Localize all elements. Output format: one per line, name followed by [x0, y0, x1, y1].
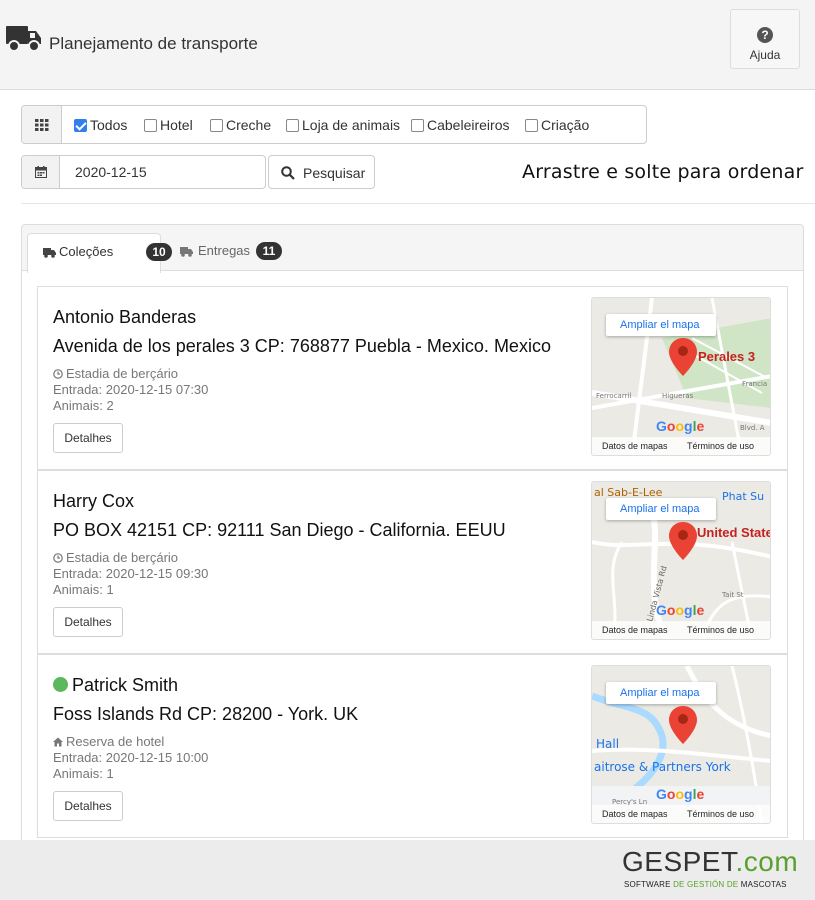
animal-count: Animais: 1	[53, 766, 114, 781]
checkbox-cabeleireiros[interactable]	[411, 119, 424, 132]
filter-criacao[interactable]: Criação	[525, 117, 589, 133]
service-type: Estadia de berçário	[53, 366, 178, 381]
svg-text:aitrose & Partners York: aitrose & Partners York	[594, 760, 731, 774]
svg-text:Francia: Francia	[742, 380, 767, 388]
search-button[interactable]: Pesquisar	[268, 155, 375, 189]
help-label: Ajuda	[749, 48, 781, 62]
tab-colecoes-label: Coleções	[59, 244, 114, 259]
details-button[interactable]: Detalhes	[53, 791, 123, 821]
home-icon	[53, 737, 63, 747]
map-terms-link[interactable]: Términos de uso	[687, 441, 754, 451]
brand-name: GESPET.com	[622, 846, 799, 877]
location-map[interactable]: Hall aitrose & Partners York Percy's Ln …	[591, 665, 771, 824]
grid-addon	[22, 106, 62, 143]
map-place-label: United States Postal Service	[697, 526, 770, 540]
customer-address: PO BOX 42151 CP: 92111 San Diego - Calif…	[53, 520, 506, 540]
help-button[interactable]: ? Ajuda	[730, 9, 800, 69]
customer-name: Antonio Banderas	[53, 307, 197, 327]
filter-hotel[interactable]: Hotel	[144, 117, 193, 133]
filter-loja-de-animais[interactable]: Loja de animais	[286, 117, 400, 133]
enlarge-map-link[interactable]: Ampliar el mapa	[606, 498, 716, 520]
checkbox-todos[interactable]	[74, 119, 87, 132]
google-logo: Google	[656, 602, 705, 618]
svg-text:Hall: Hall	[596, 737, 619, 751]
checkbox-loja-de-animais[interactable]	[286, 119, 299, 132]
transport-card[interactable]: Patrick Smith Foss Islands Rd CP: 28200 …	[37, 654, 788, 838]
filter-cabeleireiros[interactable]: Cabeleireiros	[411, 117, 509, 133]
customer-name: Harry Cox	[53, 491, 135, 511]
animal-count: Animais: 2	[53, 398, 114, 413]
tab-entregas-count: 11	[256, 242, 282, 260]
drag-hint: Arrastre e solte para ordenar	[522, 161, 804, 183]
filter-todos[interactable]: Todos	[74, 117, 127, 133]
date-picker	[21, 155, 266, 189]
customer-address: Avenida de los perales 3 CP: 768877 Pueb…	[53, 336, 551, 356]
tab-entregas-label: Entregas	[198, 243, 251, 258]
search-icon	[281, 166, 295, 180]
map-terms-link[interactable]: Términos de uso	[687, 809, 754, 819]
checkbox-criacao[interactable]	[525, 119, 538, 132]
customer-name: Patrick Smith	[53, 675, 178, 696]
question-icon: ?	[757, 27, 773, 43]
brand-tagline: SOFTWARE DE GESTIÓN DE MASCOTAS	[624, 880, 787, 889]
customer-address: Foss Islands Rd CP: 28200 - York. UK	[53, 704, 359, 724]
tab-colecoes[interactable]: Coleções 10	[27, 233, 172, 273]
map-data-link[interactable]: Datos de mapas	[602, 625, 668, 635]
svg-text:Ferrocarril: Ferrocarril	[596, 392, 631, 400]
truck-icon	[43, 248, 56, 258]
google-logo: Google	[656, 786, 705, 802]
status-dot	[53, 677, 68, 692]
details-button[interactable]: Detalhes	[53, 607, 123, 637]
transport-card[interactable]: Harry Cox PO BOX 42151 CP: 92111 San Die…	[37, 470, 788, 654]
map-place-label: Perales 3	[698, 349, 756, 364]
map-pin-icon	[669, 706, 697, 744]
category-filter-bar: Todos Hotel Creche Loja de animais Cabel…	[21, 105, 647, 144]
service-type: Estadia de berçário	[53, 550, 178, 565]
clock-icon	[53, 553, 63, 563]
svg-text:Blvd. A: Blvd. A	[740, 424, 765, 432]
map-footer: Datos de mapas Términos de uso	[592, 805, 770, 823]
map-terms-link[interactable]: Términos de uso	[687, 625, 754, 635]
date-input[interactable]	[75, 164, 255, 180]
details-button[interactable]: Detalhes	[53, 423, 123, 453]
location-map[interactable]: Ferrocarril Higueras Francia Blvd. A Amp…	[591, 297, 771, 456]
checkbox-creche[interactable]	[210, 119, 223, 132]
map-data-link[interactable]: Datos de mapas	[602, 809, 668, 819]
map-footer: Datos de mapas Términos de uso	[592, 437, 770, 455]
svg-text:Tait St: Tait St	[721, 591, 744, 599]
google-logo: Google	[656, 418, 705, 434]
svg-text:Phat Su: Phat Su	[722, 490, 764, 503]
map-pin-icon	[669, 338, 697, 376]
page-title: Planejamento de transporte	[49, 34, 258, 53]
service-type: Reserva de hotel	[53, 734, 164, 749]
truck-icon	[6, 26, 41, 52]
entry-time: Entrada: 2020-12-15 10:00	[53, 750, 209, 765]
calendar-icon	[35, 166, 47, 178]
map-data-link[interactable]: Datos de mapas	[602, 441, 668, 451]
location-map[interactable]: al Sab-E-Lee Phat Su Linda Vista Rd Tait…	[591, 481, 771, 640]
search-button-label: Pesquisar	[303, 165, 366, 181]
grid-icon	[35, 119, 49, 131]
truck-icon	[180, 247, 193, 257]
app-header: Planejamento de transporte ? Ajuda	[0, 0, 815, 90]
checkbox-hotel[interactable]	[144, 119, 157, 132]
brand-logo: GESPET.com SOFTWARE DE GESTIÓN DE MASCOT…	[622, 846, 807, 896]
tab-entregas[interactable]: Entregas 11	[168, 233, 296, 271]
filter-creche[interactable]: Creche	[210, 117, 271, 133]
calendar-addon[interactable]	[22, 156, 60, 188]
entry-time: Entrada: 2020-12-15 09:30	[53, 566, 209, 581]
enlarge-map-link[interactable]: Ampliar el mapa	[606, 314, 716, 336]
clock-icon	[53, 369, 63, 379]
map-footer: Datos de mapas Términos de uso	[592, 621, 770, 639]
enlarge-map-link[interactable]: Ampliar el mapa	[606, 682, 716, 704]
map-pin-icon	[669, 522, 697, 560]
transport-card[interactable]: Antonio Banderas Avenida de los perales …	[37, 286, 788, 470]
divider	[21, 203, 815, 204]
entry-time: Entrada: 2020-12-15 07:30	[53, 382, 209, 397]
svg-text:Higueras: Higueras	[662, 392, 694, 400]
animal-count: Animais: 1	[53, 582, 114, 597]
